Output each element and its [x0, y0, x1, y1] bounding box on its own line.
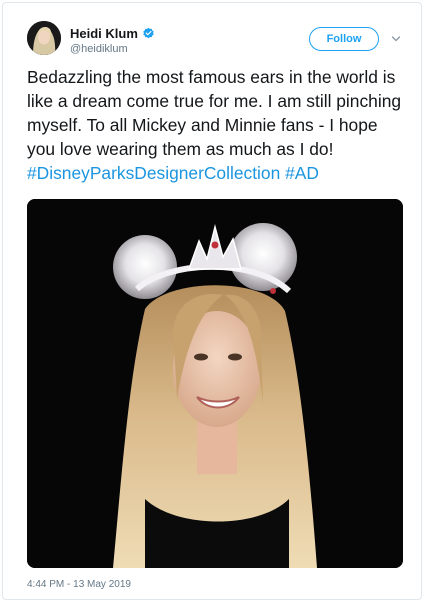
tweet-body: Bedazzling the most famous ears in the w… — [27, 67, 402, 159]
verified-badge-icon — [143, 27, 154, 39]
hashtag-link[interactable]: #DisneyParksDesignerCollection — [27, 163, 280, 183]
author-name-row[interactable]: Heidi Klum — [70, 26, 155, 41]
tweet-timestamp[interactable]: 4:44 PM - 13 May 2019 — [27, 579, 131, 590]
avatar-image — [27, 21, 61, 55]
hashtag-link[interactable]: #AD — [285, 163, 319, 183]
author-name[interactable]: Heidi Klum — [70, 26, 138, 41]
tweet-text: Bedazzling the most famous ears in the w… — [27, 65, 407, 185]
author-handle[interactable]: @heidiklum — [70, 43, 128, 55]
follow-button[interactable]: Follow — [309, 27, 379, 51]
photo-image — [27, 199, 403, 568]
chevron-down-icon[interactable] — [391, 34, 401, 44]
tweet-card: Heidi Klum @heidiklum Follow Bedazzling … — [2, 2, 422, 600]
author-avatar[interactable] — [27, 21, 61, 55]
tweet-photo[interactable] — [27, 199, 403, 568]
